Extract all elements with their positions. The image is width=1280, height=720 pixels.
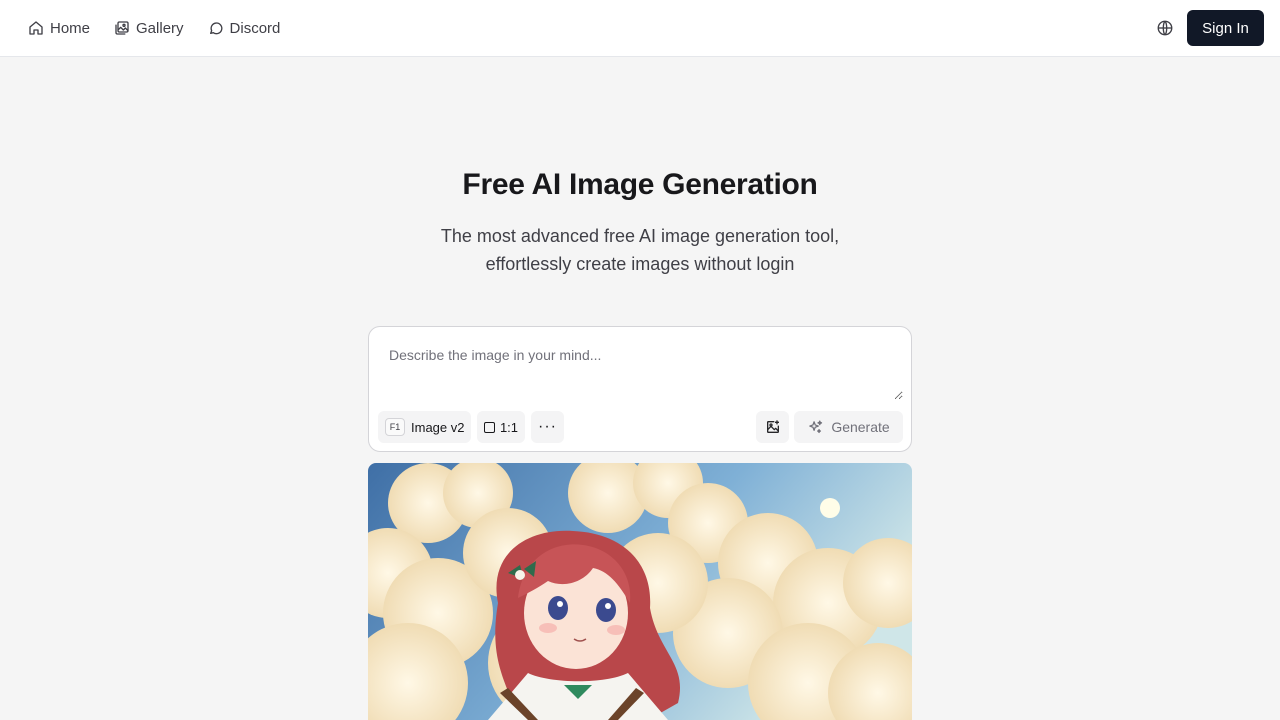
home-icon	[29, 21, 43, 35]
image-upload-button[interactable]	[756, 411, 789, 443]
globe-icon[interactable]	[1156, 19, 1174, 37]
nav-gallery-label: Gallery	[136, 19, 184, 37]
sign-in-button[interactable]: Sign In	[1187, 10, 1264, 46]
aspect-ratio-button[interactable]: 1:1	[477, 411, 525, 443]
aspect-ratio-label: 1:1	[499, 419, 519, 435]
more-options-button[interactable]: ···	[531, 411, 564, 443]
nav-discord-link[interactable]: Discord	[208, 19, 281, 37]
nav-gallery-link[interactable]: Gallery	[114, 20, 184, 37]
prompt-card: F1 Image v2 1:1 ··· Generate	[368, 326, 912, 452]
page-title: Free AI Image Generation	[462, 168, 818, 201]
example-image-preview	[368, 463, 912, 720]
generate-label: Generate	[831, 419, 890, 435]
image-upload-icon	[766, 420, 779, 433]
model-selector-button[interactable]: F1 Image v2	[378, 411, 471, 443]
chat-bubble-icon	[209, 22, 222, 35]
top-navigation-bar: Home Gallery Discord Sign In	[0, 0, 1280, 57]
sparkles-icon	[809, 419, 823, 433]
anime-girl-illustration	[368, 463, 912, 720]
gallery-icon	[115, 21, 129, 35]
nav-home-label: Home	[50, 19, 91, 37]
generate-button[interactable]: Generate	[794, 411, 903, 443]
nav-discord-label: Discord	[229, 19, 281, 37]
nav-links: Home Gallery Discord	[28, 0, 280, 56]
model-badge: F1	[385, 418, 405, 436]
model-label: Image v2	[411, 419, 465, 435]
page-subtitle: The most advanced free AI image generati…	[440, 226, 840, 274]
prompt-input[interactable]	[379, 337, 903, 400]
ellipsis-icon: ···	[538, 418, 557, 435]
square-ratio-icon	[483, 421, 495, 433]
nav-home-link[interactable]: Home	[28, 20, 90, 37]
